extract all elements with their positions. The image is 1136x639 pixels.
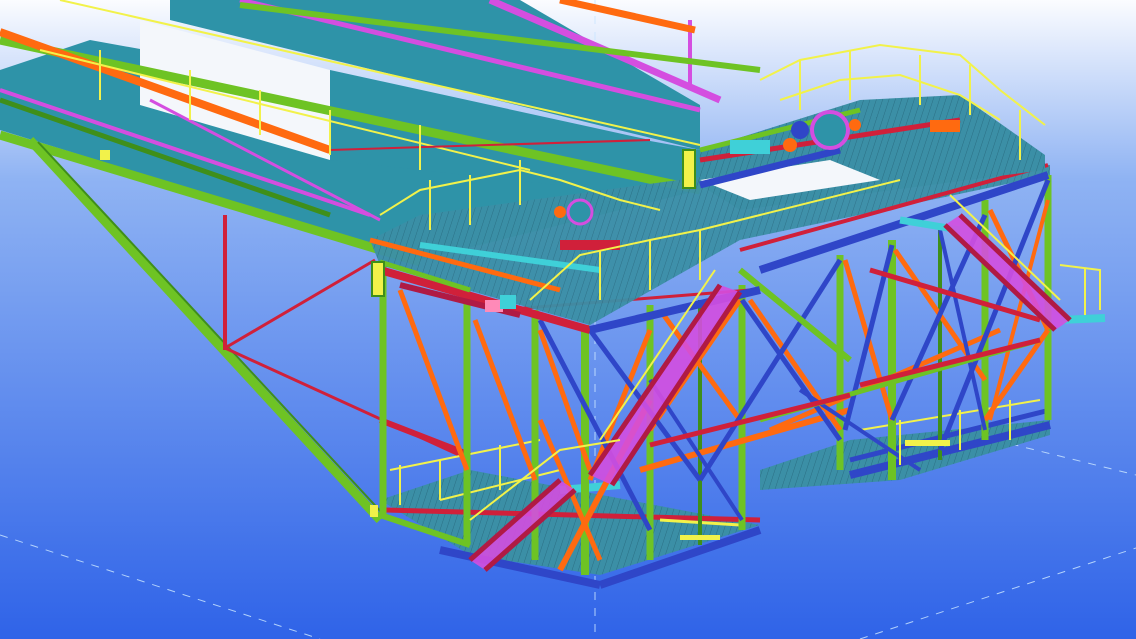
drive-motor (791, 121, 809, 139)
junction-box-cyan (500, 295, 516, 309)
column-base-yellow-2 (371, 261, 385, 297)
marker-plate (905, 440, 950, 446)
steel-structure-3d-model[interactable] (0, 0, 1136, 639)
drive-housing-orange (930, 120, 960, 132)
drive-housing-cyan (730, 140, 770, 154)
tail-pulley (566, 198, 594, 226)
model-viewport[interactable] (0, 0, 1136, 639)
column-base-yellow (682, 149, 696, 189)
drive-pulley (810, 110, 850, 150)
marker-plate (370, 505, 378, 517)
drive-gear-orange (783, 138, 797, 152)
tail-motor (554, 206, 566, 218)
marker-plate (100, 150, 110, 160)
marker-plate (680, 535, 720, 540)
drive-gear-orange-2 (849, 119, 861, 131)
